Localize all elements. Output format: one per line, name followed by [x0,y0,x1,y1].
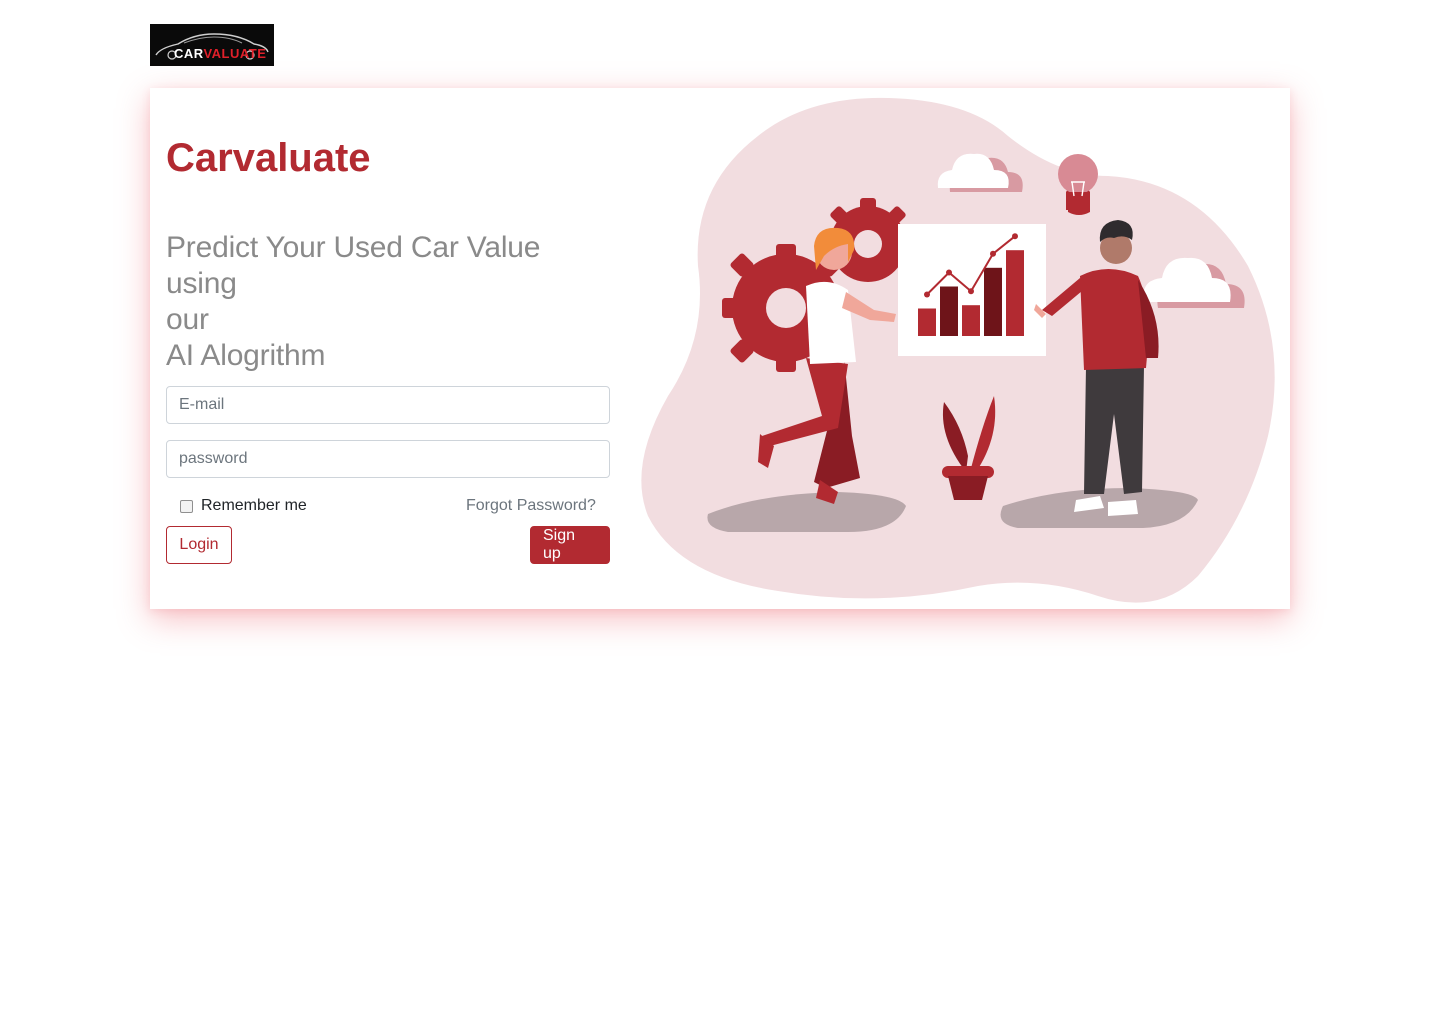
remember-me[interactable]: Remember me [180,496,307,516]
logo-text: CARVALUATE [174,46,266,62]
login-card: Carvaluate Predict Your Used Car Value u… [150,88,1290,609]
remember-me-label[interactable]: Remember me [201,497,307,515]
chart-bar [940,286,958,336]
logo-text-car: CAR [174,46,204,61]
chart-bar [918,308,936,336]
chart-point [924,291,930,298]
brand-logo[interactable]: CARVALUATE [150,24,274,66]
page-title: Carvaluate [166,136,371,180]
forgot-password-link[interactable]: Forgot Password? [466,496,596,516]
tagline-line-3: AI Alogrithm [166,339,326,372]
chart-bar [1006,250,1024,336]
tagline-line-2: our [166,303,209,336]
password-field[interactable] [166,440,610,478]
hero-illustration [641,97,1275,603]
chart-bar [962,305,980,336]
tagline-line-1: Predict Your Used Car Value using [166,231,541,300]
bar-chart-icon [898,224,1046,356]
chart-point [946,269,952,276]
tagline: Predict Your Used Car Value using our AI… [166,230,616,374]
sign-up-button[interactable]: Sign up [530,526,610,564]
login-button[interactable]: Login [166,526,232,564]
chart-bar [984,267,1002,336]
logo-text-valuate: VALUATE [203,46,267,61]
email-field[interactable] [166,386,610,424]
chart-point [968,288,974,295]
chart-point [1012,233,1018,240]
remember-me-checkbox[interactable] [180,499,193,513]
chart-point [990,250,996,257]
